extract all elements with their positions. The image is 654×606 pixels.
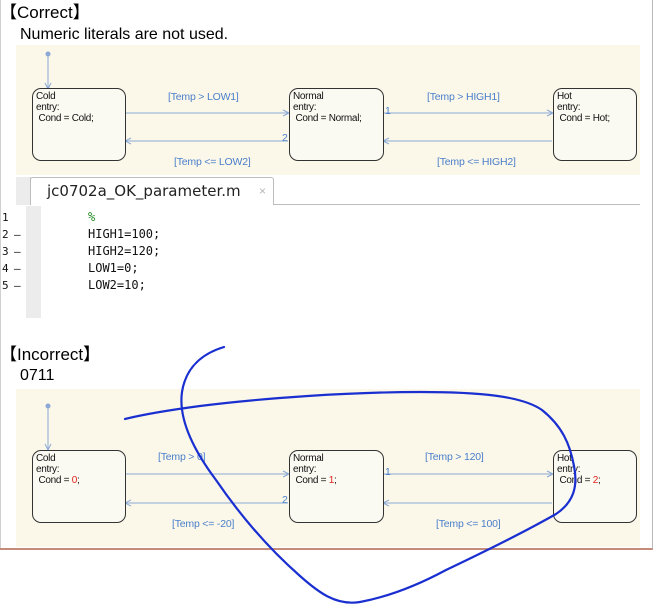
hand-drawn-circle-annotation: [123, 345, 577, 604]
hand-drawn-annotation-layer: [123, 345, 577, 604]
